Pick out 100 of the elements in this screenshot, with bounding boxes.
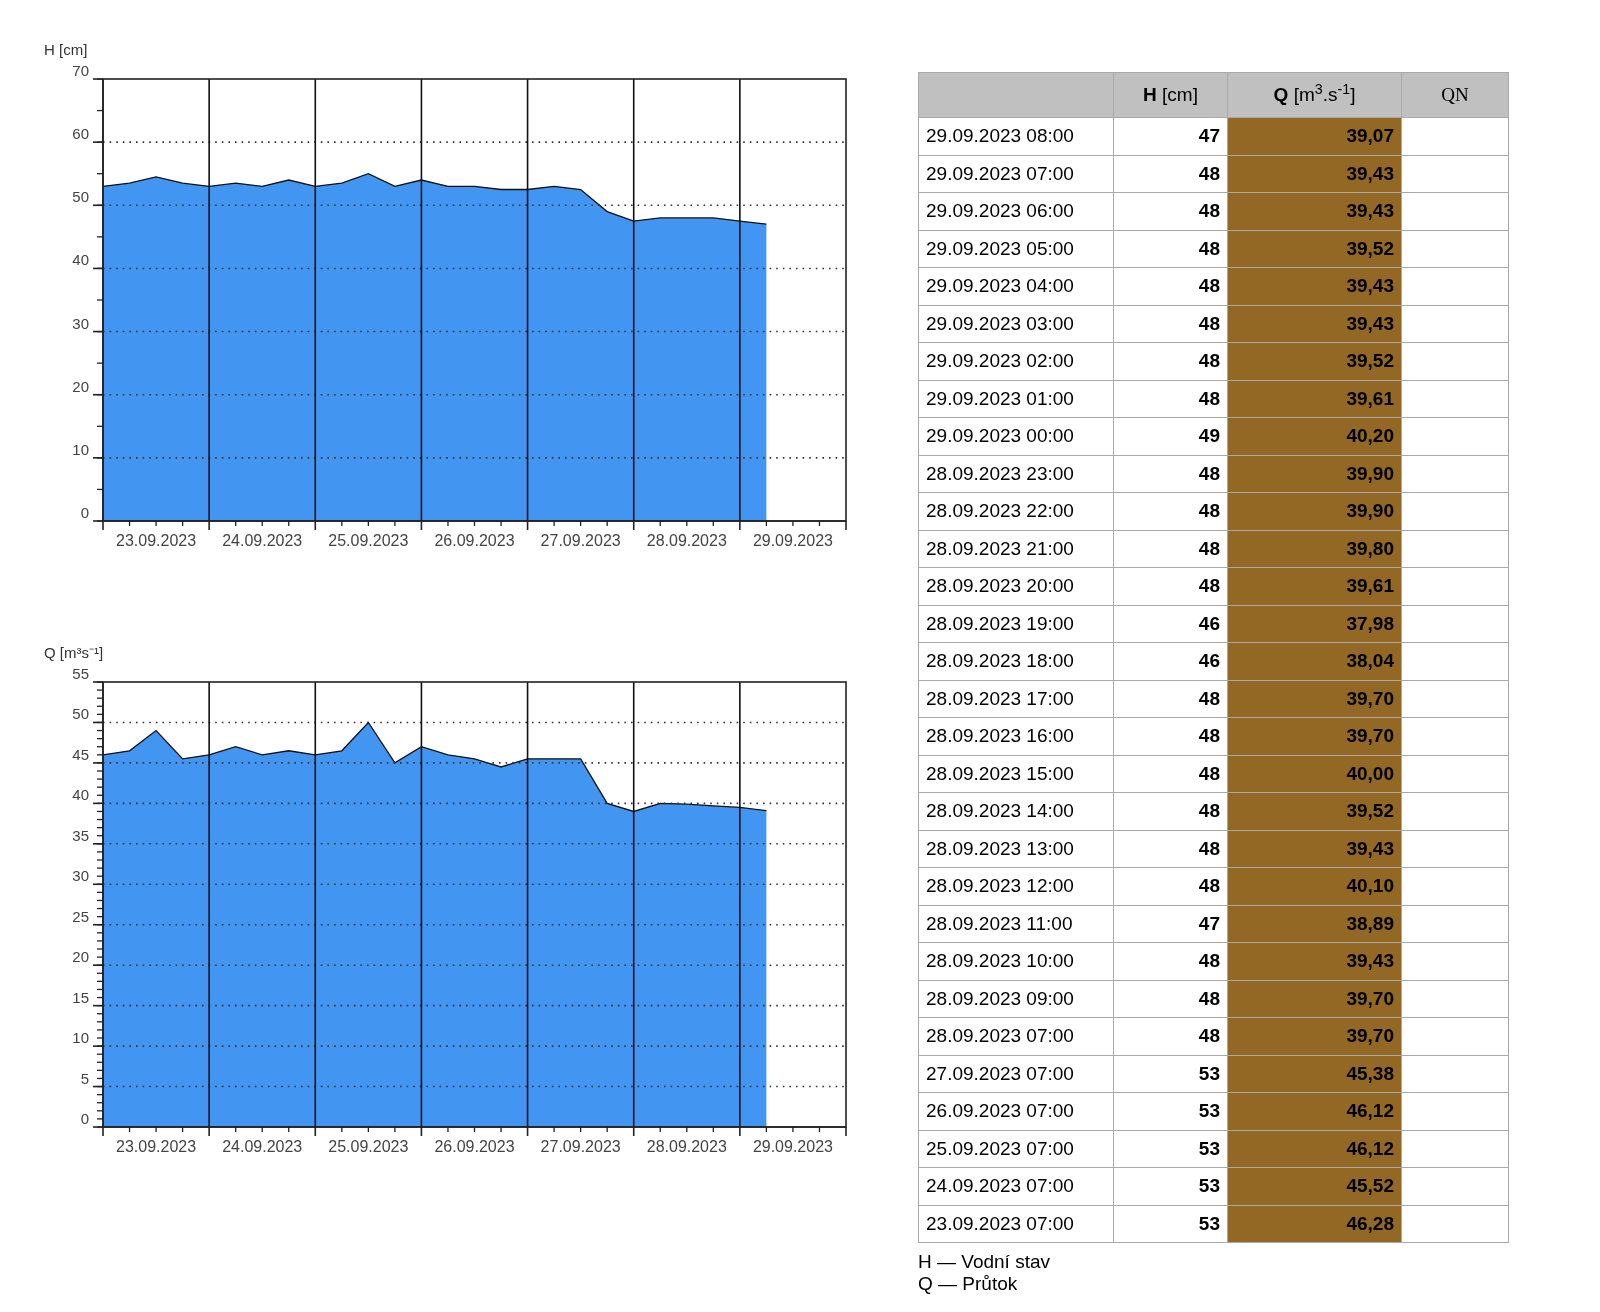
table-cell: 45,38 (1227, 1055, 1402, 1093)
x-tick-label: 23.09.2023 (116, 1138, 197, 1155)
table-cell: 38,89 (1227, 905, 1402, 943)
y-tick-label: 25 (72, 907, 89, 925)
x-tick-label: 25.09.2023 (328, 532, 409, 549)
x-tick-label: 29.09.2023 (752, 532, 833, 549)
y-tick-label: 10 (72, 1029, 89, 1047)
y-tick-label: 30 (72, 867, 89, 885)
x-tick-label: 26.09.2023 (434, 1138, 515, 1155)
table-cell: 48 (1113, 717, 1228, 755)
table-cell: 48 (1113, 192, 1228, 230)
y-tick-label: 30 (72, 314, 89, 332)
column-header: QN (1401, 72, 1509, 118)
table-cell: 48 (1113, 530, 1228, 568)
table-cell: 28.09.2023 09:00 (918, 980, 1114, 1018)
axis-title: H [cm] (44, 41, 88, 58)
table-cell: 39,90 (1227, 455, 1402, 493)
y-tick-label: 35 (72, 826, 89, 844)
table-cell: 28.09.2023 12:00 (918, 867, 1114, 905)
table-cell: 39,70 (1227, 980, 1402, 1018)
table-cell: 48 (1113, 755, 1228, 793)
x-tick-label: 23.09.2023 (116, 532, 197, 549)
table-cell: 39,43 (1227, 942, 1402, 980)
table-cell: 28.09.2023 11:00 (918, 905, 1114, 943)
table-cell: 40,10 (1227, 867, 1402, 905)
table-cell: 49 (1113, 417, 1228, 455)
axis-title: Q [m³s⁻¹] (44, 644, 104, 661)
y-tick-label: 60 (72, 125, 89, 143)
legend-text: H — Vodní stav (918, 1251, 1051, 1273)
table-cell: 26.09.2023 07:00 (918, 1092, 1114, 1130)
x-tick-label: 28.09.2023 (646, 1138, 727, 1155)
table-cell: 28.09.2023 16:00 (918, 717, 1114, 755)
table-cell: 48 (1113, 830, 1228, 868)
table-cell: 29.09.2023 08:00 (918, 117, 1114, 155)
table-cell: 39,43 (1227, 155, 1402, 193)
table-cell: 27.09.2023 07:00 (918, 1055, 1114, 1093)
y-tick-label: 50 (72, 188, 89, 206)
table-cell: 29.09.2023 05:00 (918, 230, 1114, 268)
y-tick-label: 55 (72, 665, 89, 682)
table-cell: 25.09.2023 07:00 (918, 1130, 1114, 1168)
table-cell: 48 (1113, 267, 1228, 305)
table-cell: 28.09.2023 15:00 (918, 755, 1114, 793)
y-tick-label: 0 (80, 1110, 89, 1127)
table-cell: 46 (1113, 605, 1228, 643)
table-cell: 28.09.2023 20:00 (918, 567, 1114, 605)
y-tick-label: 40 (72, 251, 89, 269)
y-tick-label: 40 (72, 786, 89, 804)
table-cell: 53 (1113, 1205, 1228, 1243)
x-tick-label: 29.09.2023 (752, 1138, 833, 1155)
y-tick-label: 5 (80, 1069, 89, 1087)
x-tick-label: 24.09.2023 (222, 1138, 303, 1155)
table-cell: 28.09.2023 10:00 (918, 942, 1114, 980)
table-cell: 28.09.2023 17:00 (918, 680, 1114, 718)
column-header: Q [m$^{3}$.s$^{-1}$] (1227, 72, 1402, 118)
table-cell: 48 (1113, 380, 1228, 418)
table-cell: 39,07 (1227, 117, 1402, 155)
table-cell: 39,70 (1227, 680, 1402, 718)
table-cell: 48 (1113, 305, 1228, 343)
table-cell: 48 (1113, 792, 1228, 830)
table-cell: 24.09.2023 07:00 (918, 1167, 1114, 1205)
table-cell: 48 (1113, 980, 1228, 1018)
table-cell: 29.09.2023 07:00 (918, 155, 1114, 193)
x-tick-label: 25.09.2023 (328, 1138, 409, 1155)
table-cell: 39,70 (1227, 717, 1402, 755)
table-cell: 48 (1113, 492, 1228, 530)
table-cell: 29.09.2023 02:00 (918, 342, 1114, 380)
x-tick-label: 27.09.2023 (540, 1138, 621, 1155)
table-cell: 39,43 (1227, 267, 1402, 305)
y-tick-label: 15 (72, 988, 89, 1006)
table-cell: 28.09.2023 13:00 (918, 830, 1114, 868)
table-cell: 39,90 (1227, 492, 1402, 530)
x-tick-label: 26.09.2023 (434, 532, 515, 549)
table-cell: 47 (1113, 905, 1228, 943)
table-cell: 48 (1113, 342, 1228, 380)
table-cell: 48 (1113, 867, 1228, 905)
table-cell: 28.09.2023 14:00 (918, 792, 1114, 830)
table-cell: 48 (1113, 680, 1228, 718)
x-tick-label: 28.09.2023 (646, 532, 727, 549)
table-cell: 39,61 (1227, 380, 1402, 418)
table-cell: 46 (1113, 642, 1228, 680)
table-cell: 39,52 (1227, 230, 1402, 268)
table-cell: 39,43 (1227, 830, 1402, 868)
table-cell: 48 (1113, 942, 1228, 980)
table-cell: 28.09.2023 19:00 (918, 605, 1114, 643)
table-cell: 39,70 (1227, 1017, 1402, 1055)
table-cell: 28.09.2023 21:00 (918, 530, 1114, 568)
table-cell: 48 (1113, 1017, 1228, 1055)
legend-text: Q — Průtok (918, 1273, 1019, 1295)
x-tick-label: 27.09.2023 (540, 532, 621, 549)
table-cell: 29.09.2023 01:00 (918, 380, 1114, 418)
table-cell: 39,52 (1227, 342, 1402, 380)
table-cell: 39,52 (1227, 792, 1402, 830)
table-cell: 39,43 (1227, 305, 1402, 343)
table-cell: 37,98 (1227, 605, 1402, 643)
table-cell: 29.09.2023 00:00 (918, 417, 1114, 455)
y-tick-label: 50 (72, 705, 89, 723)
column-header: H [cm] (1113, 72, 1228, 118)
table-cell: 28.09.2023 22:00 (918, 492, 1114, 530)
table-cell: 46,12 (1227, 1130, 1402, 1168)
table-cell: 39,43 (1227, 192, 1402, 230)
